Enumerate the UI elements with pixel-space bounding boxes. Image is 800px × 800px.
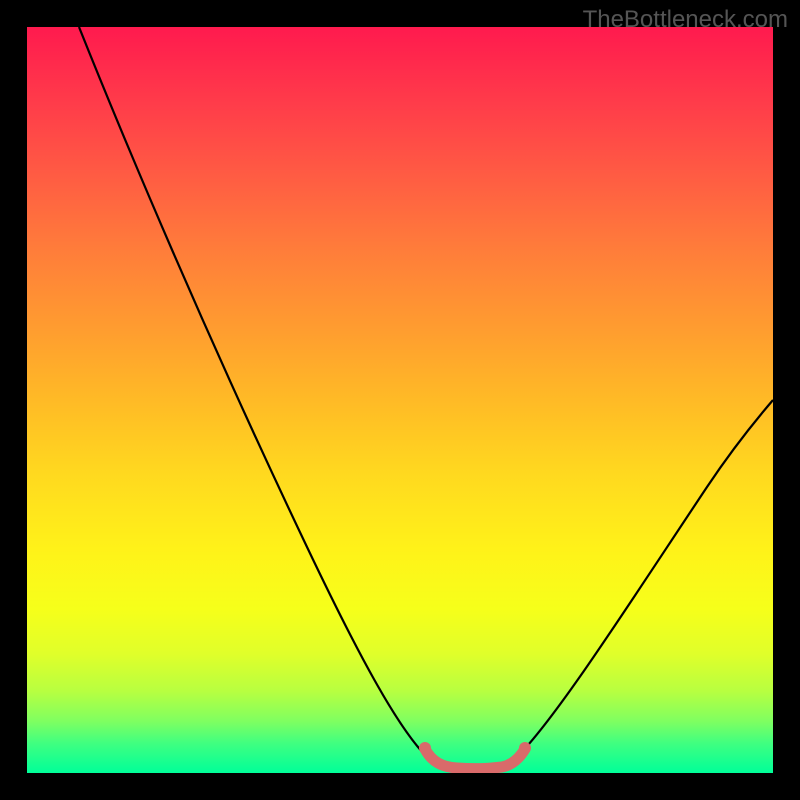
watermark-text: TheBottleneck.com: [583, 6, 788, 34]
optimal-range-marker: [425, 749, 525, 769]
marker-dot-left: [419, 742, 431, 754]
marker-dot-right: [519, 742, 531, 754]
plot-area: [27, 27, 773, 773]
chart-svg: [27, 27, 773, 773]
bottleneck-curve: [79, 27, 773, 770]
